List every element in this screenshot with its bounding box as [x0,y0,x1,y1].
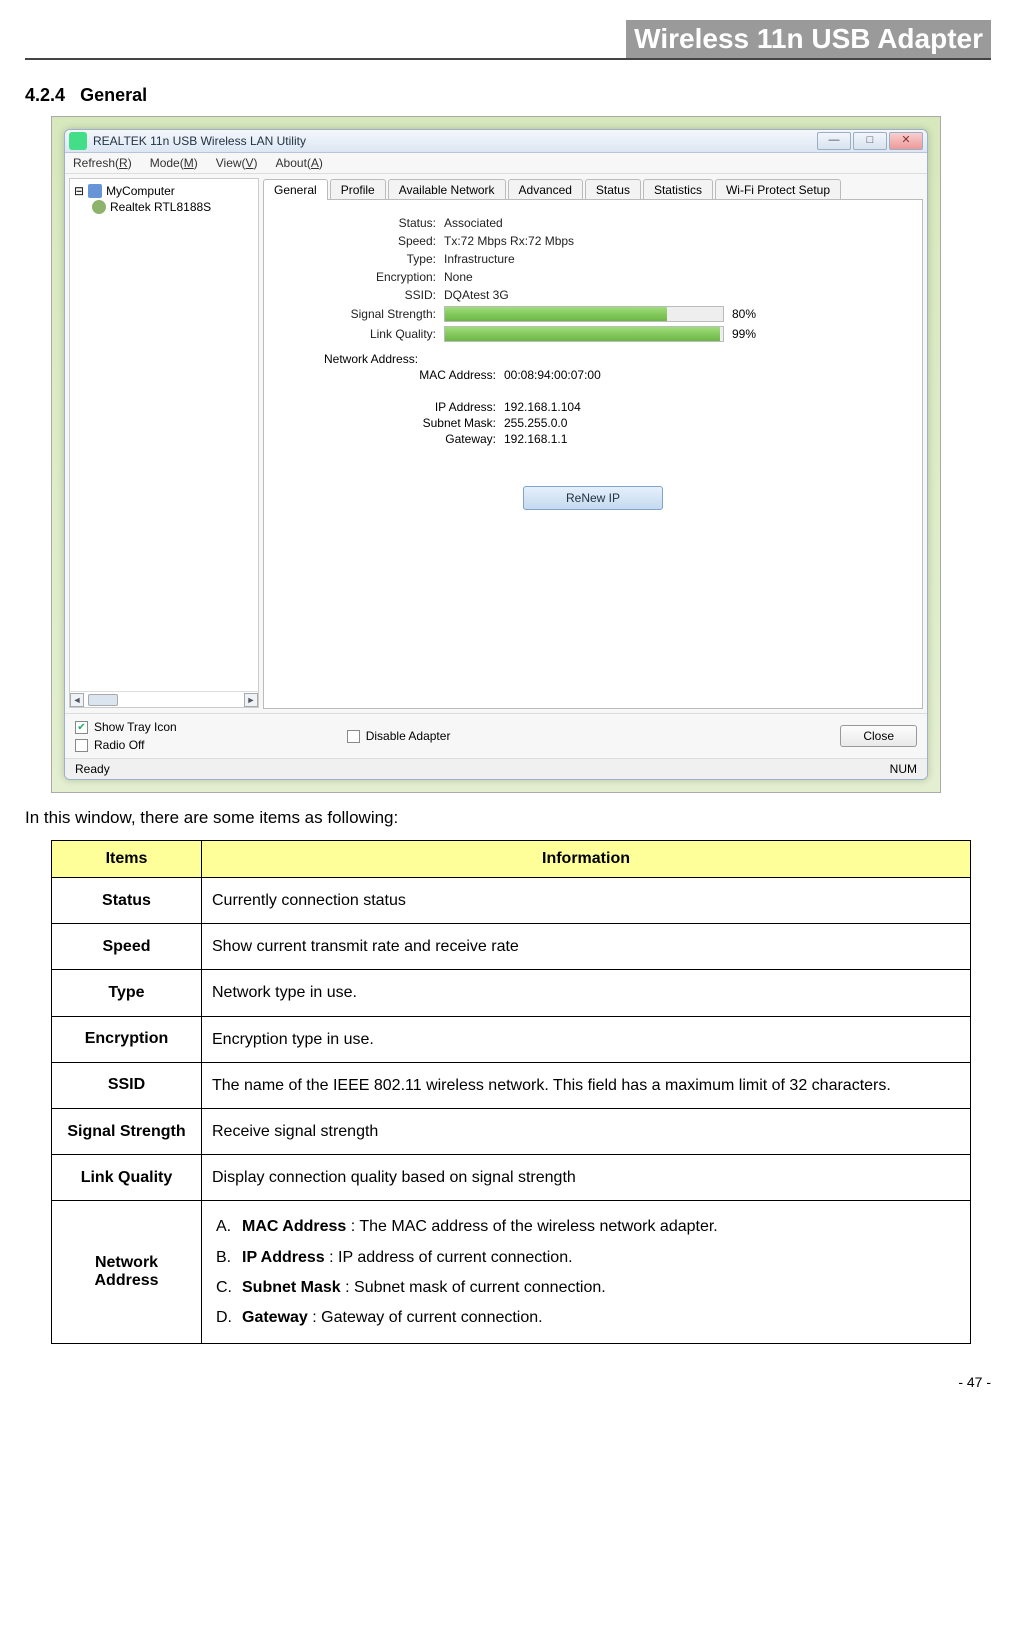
page-number: - 47 - [25,1374,991,1390]
checkbox-icon [347,730,360,743]
tab-strip: General Profile Available Network Advanc… [263,178,923,199]
menu-mode[interactable]: Mode(M) [150,156,198,170]
table-row: Signal StrengthReceive signal strength [52,1108,971,1154]
minimize-button[interactable]: — [817,132,851,150]
tab-general[interactable]: General [263,179,328,200]
list-item: B.IP Address : IP address of current con… [216,1244,960,1271]
table-row: SpeedShow current transmit rate and rece… [52,924,971,970]
header-items: Items [52,841,202,878]
table-header-row: Items Information [52,841,971,878]
bottom-panel: ✔Show Tray Icon Radio Off Disable Adapte… [65,713,927,758]
general-panel: Status:Associated Speed:Tx:72 Mbps Rx:72… [263,199,923,709]
table-row-network-address: Network Address A.MAC Address : The MAC … [52,1201,971,1344]
tab-available-network[interactable]: Available Network [388,179,506,200]
network-address-label: Network Address: [324,352,902,366]
signal-pct: 80% [732,307,756,321]
list-item: D.Gateway : Gateway of current connectio… [216,1304,960,1331]
type-label: Type: [284,252,444,266]
close-window-button[interactable]: ✕ [889,132,923,150]
section-heading: 4.2.4 General [25,85,991,106]
signal-bar [444,306,724,322]
mac-value: 00:08:94:00:07:00 [504,368,601,382]
table-row: StatusCurrently connection status [52,878,971,924]
gateway-label: Gateway: [284,432,504,446]
menu-about[interactable]: About(A) [276,156,323,170]
radio-off-checkbox[interactable]: Radio Off [75,738,177,752]
renew-ip-button[interactable]: ReNew IP [523,486,663,510]
main-panel: General Profile Available Network Advanc… [263,178,923,709]
maximize-button[interactable]: □ [853,132,887,150]
scroll-thumb[interactable] [88,694,118,706]
header-information: Information [202,841,971,878]
subnet-value: 255.255.0.0 [504,416,567,430]
app-icon [69,132,87,150]
signal-label: Signal Strength: [284,307,444,321]
items-table: Items Information StatusCurrently connec… [51,840,971,1344]
section-number: 4.2.4 [25,85,65,105]
ssid-value: DQAtest 3G [444,288,509,302]
doc-title: Wireless 11n USB Adapter [626,20,991,58]
status-bar: Ready NUM [65,758,927,779]
checkbox-checked-icon: ✔ [75,721,88,734]
ip-value: 192.168.1.104 [504,400,581,414]
tree-root[interactable]: ⊟ MyComputer [74,183,254,199]
scroll-left-icon[interactable]: ◄ [70,693,84,707]
list-item: C.Subnet Mask : Subnet mask of current c… [216,1274,960,1301]
menu-bar: Refresh(R) Mode(M) View(V) About(A) [65,153,927,174]
status-num: NUM [890,762,917,776]
tab-advanced[interactable]: Advanced [508,179,583,200]
quality-bar [444,326,724,342]
tree-adapter[interactable]: Realtek RTL8188S [92,199,254,215]
show-tray-checkbox[interactable]: ✔Show Tray Icon [75,720,177,734]
signal-fill [445,307,667,321]
tab-statistics[interactable]: Statistics [643,179,713,200]
network-address-info: A.MAC Address : The MAC address of the w… [202,1201,971,1344]
checkbox-icon [75,739,88,752]
list-item: A.MAC Address : The MAC address of the w… [216,1213,960,1240]
ip-label: IP Address: [284,400,504,414]
disable-adapter-checkbox[interactable]: Disable Adapter [347,729,451,743]
scroll-right-icon[interactable]: ► [244,693,258,707]
window-buttons: — □ ✕ [815,132,923,150]
mac-label: MAC Address: [284,368,504,382]
subnet-label: Subnet Mask: [284,416,504,430]
screenshot-frame: REALTEK 11n USB Wireless LAN Utility — □… [51,116,941,793]
status-label: Status: [284,216,444,230]
speed-label: Speed: [284,234,444,248]
computer-icon [88,184,102,198]
table-row: SSIDThe name of the IEEE 802.11 wireless… [52,1062,971,1108]
window-body: ⊟ MyComputer Realtek RTL8188S ◄► General… [65,174,927,713]
table-row: TypeNetwork type in use. [52,970,971,1016]
close-button[interactable]: Close [840,725,917,747]
adapter-icon [92,200,106,214]
ssid-label: SSID: [284,288,444,302]
menu-refresh[interactable]: Refresh(R) [73,156,132,170]
menu-view[interactable]: View(V) [216,156,258,170]
gateway-value: 192.168.1.1 [504,432,567,446]
quality-label: Link Quality: [284,327,444,341]
type-value: Infrastructure [444,252,515,266]
page-header: Wireless 11n USB Adapter [25,20,991,60]
device-tree: ⊟ MyComputer Realtek RTL8188S ◄► [69,178,259,708]
table-row: EncryptionEncryption type in use. [52,1016,971,1062]
quality-fill [445,327,720,341]
encryption-value: None [444,270,473,284]
tab-profile[interactable]: Profile [330,179,386,200]
tab-wps[interactable]: Wi-Fi Protect Setup [715,179,841,200]
status-value: Associated [444,216,503,230]
speed-value: Tx:72 Mbps Rx:72 Mbps [444,234,574,248]
app-window: REALTEK 11n USB Wireless LAN Utility — □… [64,129,928,780]
quality-pct: 99% [732,327,756,341]
status-ready: Ready [75,762,110,776]
tab-status[interactable]: Status [585,179,641,200]
section-title: General [80,85,147,105]
intro-text: In this window, there are some items as … [25,808,991,828]
encryption-label: Encryption: [284,270,444,284]
tree-hscroll[interactable]: ◄► [70,691,258,707]
title-bar: REALTEK 11n USB Wireless LAN Utility — □… [65,130,927,153]
table-row: Link QualityDisplay connection quality b… [52,1155,971,1201]
window-title: REALTEK 11n USB Wireless LAN Utility [93,134,815,148]
